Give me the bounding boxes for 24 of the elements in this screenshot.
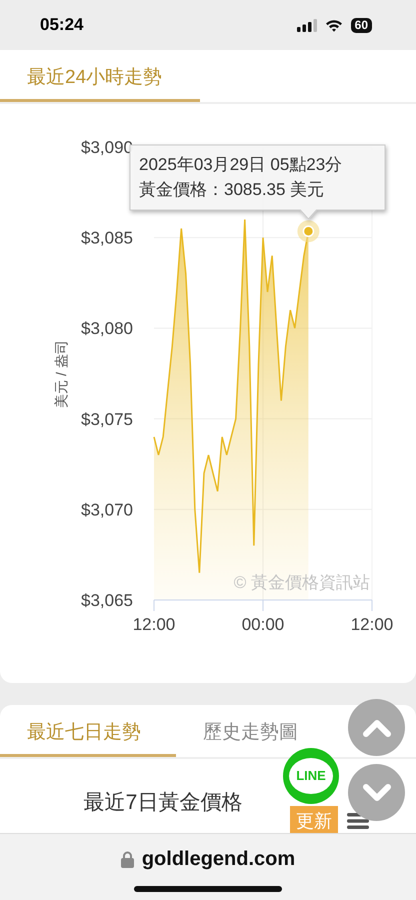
- chevron-up-icon: [362, 718, 392, 738]
- x-tick-label: 12:00: [132, 615, 176, 634]
- y-tick-label: $3,080: [81, 319, 133, 338]
- y-tick-label: $3,070: [81, 500, 133, 520]
- tooltip-text: 黃金價格：3085.35 美元: [139, 180, 324, 199]
- y-tick-label: $3,090: [81, 138, 133, 157]
- signal-icon: [296, 18, 317, 32]
- tab[interactable]: 最近七日走勢: [0, 705, 176, 757]
- battery-indicator: 60: [350, 18, 372, 32]
- url-text[interactable]: goldlegend.com: [142, 844, 296, 874]
- tooltip-text: 2025年03月29日 05點23分: [139, 155, 342, 174]
- y-axis-title: 美元 / 盎司: [53, 340, 69, 408]
- x-tick-label: 12:00: [350, 615, 394, 634]
- y-tick-label: $3,065: [81, 591, 133, 610]
- y-tick-label: $3,085: [81, 228, 133, 248]
- clock-time: 05:24: [40, 14, 84, 36]
- x-tick-label: 00:00: [242, 615, 284, 634]
- tab[interactable]: 最近24小時走勢: [0, 50, 200, 102]
- y-tick-label: $3,075: [81, 410, 133, 429]
- wifi-icon: [324, 18, 343, 32]
- lock-icon: [120, 850, 134, 868]
- chevron-down-icon: [362, 782, 392, 802]
- update-button[interactable]: 更新: [290, 806, 338, 836]
- chart-title: 最近7日黃金價格: [84, 790, 242, 816]
